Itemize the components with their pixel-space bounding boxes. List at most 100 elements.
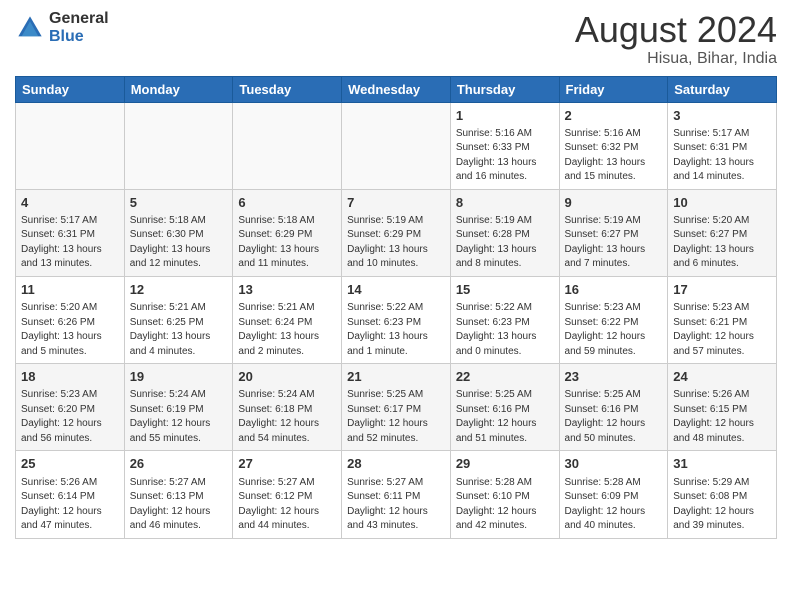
day-number: 4 [21,194,119,212]
day-info: Sunrise: 5:21 AM Sunset: 6:24 PM Dayligh… [238,301,336,359]
calendar-cell: 31 Sunrise: 5:29 AM Sunset: 6:08 PM Dayli… [668,451,777,538]
day-info: Sunrise: 5:20 AM Sunset: 6:26 PM Dayligh… [21,301,119,359]
day-info: Sunrise: 5:25 AM Sunset: 6:16 PM Dayligh… [456,388,554,446]
day-number: 11 [21,281,119,299]
day-info: Sunrise: 5:23 AM Sunset: 6:22 PM Dayligh… [565,301,663,359]
day-info: Sunrise: 5:25 AM Sunset: 6:17 PM Dayligh… [347,388,445,446]
calendar-cell: 11 Sunrise: 5:20 AM Sunset: 6:26 PM Dayli… [16,276,125,363]
day-info: Sunrise: 5:16 AM Sunset: 6:33 PM Dayligh… [456,127,554,185]
day-number: 30 [565,455,663,473]
calendar-cell: 22 Sunrise: 5:25 AM Sunset: 6:16 PM Dayli… [450,364,559,451]
calendar-week-4: 18 Sunrise: 5:23 AM Sunset: 6:20 PM Dayli… [16,364,777,451]
col-sunday: Sunday [16,76,125,102]
calendar-cell: 26Sunrise: 5:27 AM Sunset: 6:13 PM Dayli… [124,451,233,538]
day-number: 1 [456,107,554,125]
logo-icon [15,13,45,43]
col-wednesday: Wednesday [342,76,451,102]
calendar-cell: 23Sunrise: 5:25 AM Sunset: 6:16 PM Dayli… [559,364,668,451]
day-info: Sunrise: 5:16 AM Sunset: 6:32 PM Dayligh… [565,127,663,185]
day-info: Sunrise: 5:18 AM Sunset: 6:30 PM Dayligh… [130,214,228,272]
logo-blue-text: Blue [49,28,109,46]
day-info: Sunrise: 5:19 AM Sunset: 6:29 PM Dayligh… [347,214,445,272]
calendar-cell [233,102,342,189]
month-title: August 2024 [575,10,777,50]
calendar-cell: 2 Sunrise: 5:16 AM Sunset: 6:32 PM Daylig… [559,102,668,189]
calendar-cell: 18 Sunrise: 5:23 AM Sunset: 6:20 PM Dayli… [16,364,125,451]
calendar-cell: 28Sunrise: 5:27 AM Sunset: 6:11 PM Dayli… [342,451,451,538]
calendar-cell: 7 Sunrise: 5:19 AM Sunset: 6:29 PM Daylig… [342,189,451,276]
day-number: 7 [347,194,445,212]
calendar-cell: 19 Sunrise: 5:24 AM Sunset: 6:19 PM Dayli… [124,364,233,451]
day-number: 25 [21,455,119,473]
calendar-cell: 3Sunrise: 5:17 AM Sunset: 6:31 PM Daylig… [668,102,777,189]
calendar-cell: 15 Sunrise: 5:22 AM Sunset: 6:23 PM Dayli… [450,276,559,363]
day-number: 6 [238,194,336,212]
day-number: 26 [130,455,228,473]
col-thursday: Thursday [450,76,559,102]
calendar-week-5: 25 Sunrise: 5:26 AM Sunset: 6:14 PM Dayli… [16,451,777,538]
calendar-cell: 13 Sunrise: 5:21 AM Sunset: 6:24 PM Dayli… [233,276,342,363]
location: Hisua, Bihar, India [575,50,777,68]
day-number: 24 [673,368,771,386]
calendar-cell: 12 Sunrise: 5:21 AM Sunset: 6:25 PM Dayli… [124,276,233,363]
calendar-cell: 6Sunrise: 5:18 AM Sunset: 6:29 PM Daylig… [233,189,342,276]
day-number: 17 [673,281,771,299]
calendar-cell: 10 Sunrise: 5:20 AM Sunset: 6:27 PM Dayli… [668,189,777,276]
day-number: 22 [456,368,554,386]
day-info: Sunrise: 5:27 AM Sunset: 6:12 PM Dayligh… [238,476,336,534]
day-info: Sunrise: 5:22 AM Sunset: 6:23 PM Dayligh… [456,301,554,359]
day-number: 15 [456,281,554,299]
day-info: Sunrise: 5:19 AM Sunset: 6:27 PM Dayligh… [565,214,663,272]
calendar-cell: 29Sunrise: 5:28 AM Sunset: 6:10 PM Dayli… [450,451,559,538]
day-number: 13 [238,281,336,299]
col-tuesday: Tuesday [233,76,342,102]
calendar-week-3: 11 Sunrise: 5:20 AM Sunset: 6:26 PM Dayli… [16,276,777,363]
calendar-cell [16,102,125,189]
day-number: 10 [673,194,771,212]
day-number: 5 [130,194,228,212]
day-info: Sunrise: 5:17 AM Sunset: 6:31 PM Dayligh… [21,214,119,272]
col-saturday: Saturday [668,76,777,102]
day-number: 14 [347,281,445,299]
header-row: Sunday Monday Tuesday Wednesday Thursday… [16,76,777,102]
day-info: Sunrise: 5:17 AM Sunset: 6:31 PM Dayligh… [673,127,771,185]
calendar-table: Sunday Monday Tuesday Wednesday Thursday… [15,76,777,539]
page-container: General Blue August 2024 Hisua, Bihar, I… [0,0,792,544]
day-number: 31 [673,455,771,473]
day-number: 19 [130,368,228,386]
day-number: 18 [21,368,119,386]
day-number: 2 [565,107,663,125]
calendar-cell: 9Sunrise: 5:19 AM Sunset: 6:27 PM Daylig… [559,189,668,276]
day-number: 8 [456,194,554,212]
calendar-cell: 30 Sunrise: 5:28 AM Sunset: 6:09 PM Dayli… [559,451,668,538]
calendar-cell: 1 Sunrise: 5:16 AM Sunset: 6:33 PM Daylig… [450,102,559,189]
day-number: 20 [238,368,336,386]
calendar-cell: 16Sunrise: 5:23 AM Sunset: 6:22 PM Dayli… [559,276,668,363]
day-info: Sunrise: 5:24 AM Sunset: 6:18 PM Dayligh… [238,388,336,446]
day-info: Sunrise: 5:24 AM Sunset: 6:19 PM Dayligh… [130,388,228,446]
calendar-cell: 21 Sunrise: 5:25 AM Sunset: 6:17 PM Dayli… [342,364,451,451]
logo: General Blue [15,10,109,45]
col-monday: Monday [124,76,233,102]
calendar-cell [124,102,233,189]
calendar-week-2: 4 Sunrise: 5:17 AM Sunset: 6:31 PM Daylig… [16,189,777,276]
day-info: Sunrise: 5:23 AM Sunset: 6:20 PM Dayligh… [21,388,119,446]
day-number: 28 [347,455,445,473]
day-info: Sunrise: 5:26 AM Sunset: 6:14 PM Dayligh… [21,476,119,534]
logo-text: General Blue [49,10,109,45]
calendar-cell: 20 Sunrise: 5:24 AM Sunset: 6:18 PM Dayli… [233,364,342,451]
day-info: Sunrise: 5:21 AM Sunset: 6:25 PM Dayligh… [130,301,228,359]
day-number: 27 [238,455,336,473]
day-info: Sunrise: 5:29 AM Sunset: 6:08 PM Dayligh… [673,476,771,534]
day-info: Sunrise: 5:28 AM Sunset: 6:09 PM Dayligh… [565,476,663,534]
day-number: 21 [347,368,445,386]
day-number: 12 [130,281,228,299]
calendar-cell: 4 Sunrise: 5:17 AM Sunset: 6:31 PM Daylig… [16,189,125,276]
calendar-cell: 8Sunrise: 5:19 AM Sunset: 6:28 PM Daylig… [450,189,559,276]
calendar-cell [342,102,451,189]
calendar-cell: 17Sunrise: 5:23 AM Sunset: 6:21 PM Dayli… [668,276,777,363]
day-number: 29 [456,455,554,473]
calendar-cell: 27 Sunrise: 5:27 AM Sunset: 6:12 PM Dayli… [233,451,342,538]
day-info: Sunrise: 5:20 AM Sunset: 6:27 PM Dayligh… [673,214,771,272]
calendar-cell: 14Sunrise: 5:22 AM Sunset: 6:23 PM Dayli… [342,276,451,363]
